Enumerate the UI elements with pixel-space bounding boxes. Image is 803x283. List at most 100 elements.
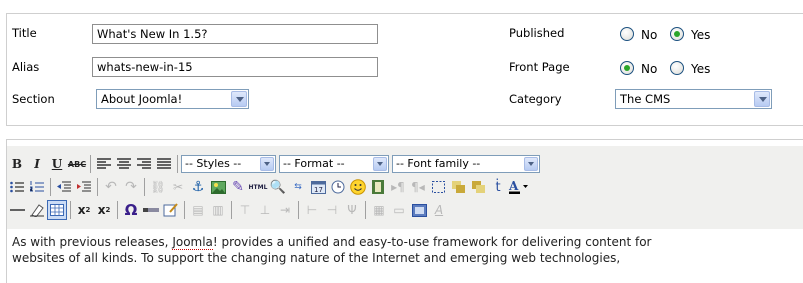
toolbar-separator (177, 155, 178, 173)
fullscreen-icon[interactable] (409, 200, 429, 220)
edit-attributes-icon[interactable] (161, 200, 181, 220)
table-icon[interactable] (47, 200, 67, 220)
outdent-icon[interactable] (54, 177, 74, 197)
ltr-icon[interactable]: ▸¶ (388, 177, 408, 197)
special-char-button[interactable]: Ω (121, 200, 141, 220)
anchor-icon[interactable]: ⚓ (188, 177, 208, 197)
row-before-icon[interactable]: ⊤ (235, 200, 255, 220)
numbered-list-icon[interactable] (27, 177, 47, 197)
col-before-icon[interactable]: ⊢ (302, 200, 322, 220)
superscript-button[interactable]: x2 (94, 200, 114, 220)
align-center-icon[interactable] (114, 154, 134, 174)
chevron-down-icon (754, 91, 770, 107)
toolbar-separator (144, 178, 145, 196)
alias-input[interactable]: whats-new-in-15 (92, 57, 378, 77)
toolbar-row-2: ↶ ↷ ⛓ ✂ ⚓ ✎ HTML 🔍 ⇆ 17 ▸¶ ¶◂ ṫ A (7, 176, 528, 198)
readmore-icon[interactable] (141, 200, 161, 220)
layer-forward-icon[interactable] (468, 177, 488, 197)
chevron-down-icon (260, 157, 274, 171)
merge-cells-icon[interactable]: ▭ (389, 200, 409, 220)
content-line-1: As with previous releases, Joomla! provi… (12, 234, 802, 250)
italic-button[interactable]: I (27, 154, 47, 174)
frontpage-no-radio[interactable] (620, 61, 634, 75)
category-label: Category (509, 92, 562, 106)
toolbar-separator (184, 201, 185, 219)
align-left-icon[interactable] (94, 154, 114, 174)
cleanup-icon[interactable]: ✎ (228, 177, 248, 197)
frontpage-yes-label: Yes (691, 62, 711, 76)
svg-text:A: A (508, 179, 519, 193)
toolbar-row-1: B I U ABC -- Styles -- -- Format -- -- F… (7, 153, 543, 175)
section-label: Section (12, 92, 55, 106)
align-justify-icon[interactable] (154, 154, 174, 174)
bullet-list-icon[interactable] (7, 177, 27, 197)
underline-button[interactable]: U (47, 154, 67, 174)
format-select-value: -- Format -- (283, 157, 345, 170)
unlink-icon[interactable]: ✂ (168, 177, 188, 197)
section-select[interactable]: About Joomla! (96, 89, 249, 109)
format-select[interactable]: -- Format -- (279, 155, 389, 173)
content-line-1-rest: ! provides a unified and easy-to-use fra… (212, 235, 652, 249)
layer-icon[interactable] (448, 177, 468, 197)
category-select-value: The CMS (620, 92, 671, 106)
col-after-icon[interactable]: ⊣ (322, 200, 342, 220)
rtl-icon[interactable]: ¶◂ (408, 177, 428, 197)
delete-row-icon[interactable]: ⇥ (275, 200, 295, 220)
chevron-down-icon (231, 91, 247, 107)
editor-content[interactable]: As with previous releases, Joomla! provi… (12, 234, 802, 266)
text-color-icon[interactable]: A (508, 177, 528, 197)
toolbar-separator (50, 178, 51, 196)
subscript-button[interactable]: x2 (74, 200, 94, 220)
published-yes-radio[interactable] (670, 27, 684, 41)
link-icon[interactable]: ⛓ (148, 177, 168, 197)
published-no-radio[interactable] (620, 27, 634, 41)
toolbar-separator (70, 201, 71, 219)
find-icon[interactable]: 🔍 (268, 177, 288, 197)
undo-icon[interactable]: ↶ (101, 177, 121, 197)
frontpage-label: Front Page (509, 60, 570, 74)
media-icon[interactable] (368, 177, 388, 197)
table-row-props-icon[interactable]: ▤ (188, 200, 208, 220)
toolbar-row-3: x2 x2 Ω ▤ ▥ ⊤ ⊥ ⇥ ⊢ ⊣ Ψ ▦ ▭ A (7, 199, 449, 221)
remove-format-icon[interactable] (27, 200, 47, 220)
insert-time-icon[interactable] (328, 177, 348, 197)
title-input[interactable]: What's New In 1.5? (92, 24, 378, 44)
content-line-1-start: As with previous releases, (12, 235, 173, 249)
styles-select[interactable]: -- Styles -- (181, 155, 276, 173)
indent-icon[interactable] (74, 177, 94, 197)
toolbar-separator (231, 201, 232, 219)
chevron-down-icon (524, 157, 538, 171)
published-yes-label: Yes (691, 28, 711, 42)
bold-button[interactable]: B (7, 154, 27, 174)
align-right-icon[interactable] (134, 154, 154, 174)
content-line-1-word: Joomla (172, 235, 213, 250)
toolbar-separator (117, 201, 118, 219)
emoticons-icon[interactable] (348, 177, 368, 197)
font-family-select[interactable]: -- Font family -- (392, 155, 540, 173)
frontpage-yes-radio[interactable] (670, 61, 684, 75)
toolbar-separator (97, 178, 98, 196)
superscript-label: x (97, 203, 106, 217)
horizontal-rule-icon[interactable] (7, 200, 27, 220)
category-select[interactable]: The CMS (615, 89, 772, 109)
toolbar-separator (298, 201, 299, 219)
row-after-icon[interactable]: ⊥ (255, 200, 275, 220)
svg-text:17: 17 (314, 186, 323, 194)
redo-icon[interactable]: ↷ (121, 177, 141, 197)
html-source-icon[interactable]: HTML (248, 177, 268, 197)
insert-date-icon[interactable]: 17 (308, 177, 328, 197)
published-no-label: No (641, 28, 658, 42)
toolbar-separator (90, 155, 91, 173)
replace-icon[interactable]: ⇆ (288, 177, 308, 197)
table-cell-props-icon[interactable]: ▥ (208, 200, 228, 220)
alias-label: Alias (12, 60, 40, 74)
content-line-2: websites of all kinds. To support the ch… (12, 251, 621, 265)
frontpage-no-label: No (641, 62, 658, 76)
image-icon[interactable] (208, 177, 228, 197)
strikethrough-button[interactable]: ABC (67, 154, 87, 174)
absolute-position-icon[interactable]: ṫ (488, 177, 508, 197)
split-cells-icon[interactable]: ▦ (369, 200, 389, 220)
visual-aid-icon[interactable] (428, 177, 448, 197)
delete-col-icon[interactable]: Ψ (342, 200, 362, 220)
style-props-icon[interactable]: A (429, 200, 449, 220)
